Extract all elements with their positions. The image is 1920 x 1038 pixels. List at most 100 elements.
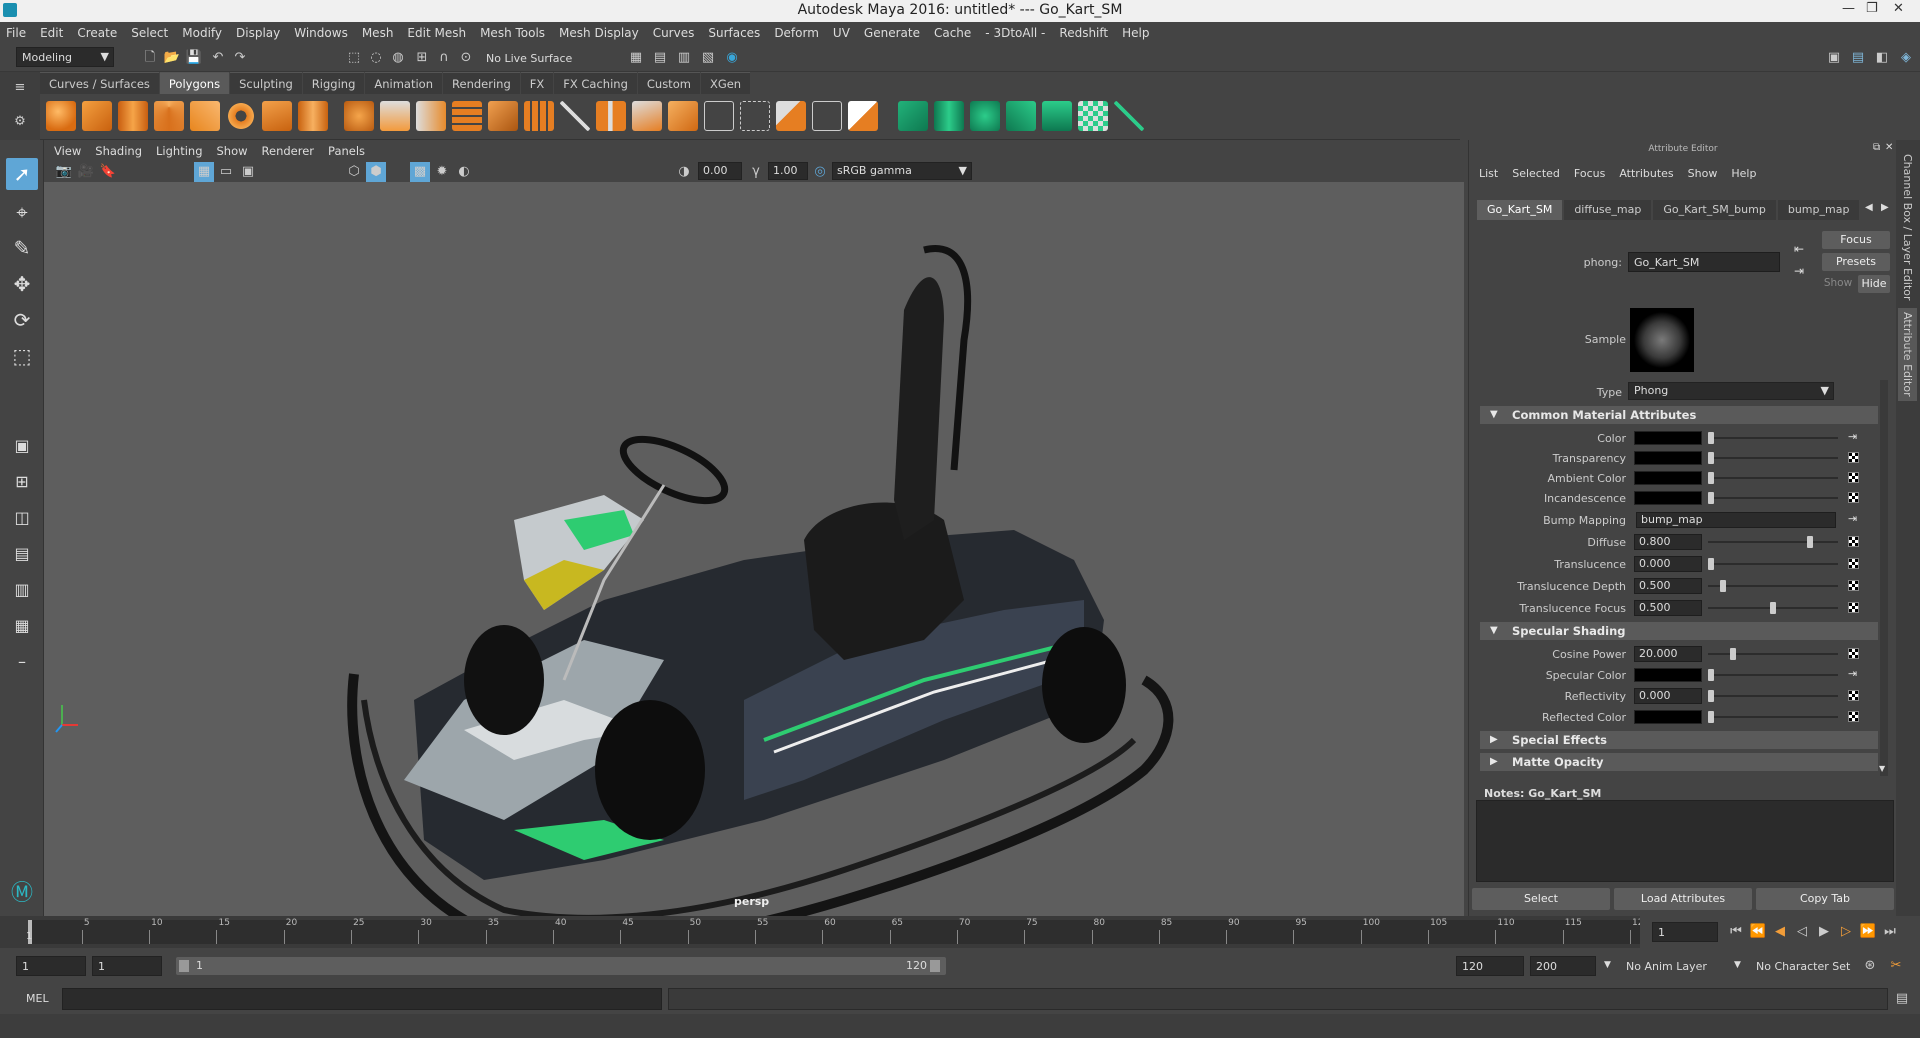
anim-layer-dropdown[interactable]: No Anim Layer [1626, 960, 1707, 973]
range-bar[interactable]: 1 120 [176, 957, 946, 975]
map-checker-icon[interactable] [1848, 492, 1859, 503]
menu-mesh-tools[interactable]: Mesh Tools [480, 26, 545, 40]
map-checker-icon[interactable] [1848, 558, 1859, 569]
shadows-icon[interactable]: ◐ [454, 162, 474, 182]
ae-menu-focus[interactable]: Focus [1574, 167, 1605, 183]
incandescence-swatch[interactable] [1634, 491, 1702, 505]
ipr-render-icon[interactable]: ▥ [674, 48, 694, 68]
menu-mesh-display[interactable]: Mesh Display [559, 26, 639, 40]
poly-sphere-icon[interactable] [46, 101, 76, 131]
menu-cache[interactable]: Cache [934, 26, 971, 40]
poly-pipe-icon[interactable] [298, 101, 328, 131]
step-forward-key-icon[interactable]: ⏩ [1858, 922, 1878, 942]
poly-cone-icon[interactable] [154, 101, 184, 131]
multi-cut-icon[interactable] [560, 101, 590, 131]
refl-color-slider[interactable] [1708, 716, 1838, 718]
perspective-viewport[interactable]: persp [44, 140, 1464, 916]
shelf-tab-rendering[interactable]: Rendering [443, 72, 520, 94]
uv-spherical-icon[interactable] [970, 101, 1000, 131]
attribute-editor-tab[interactable]: Attribute Editor [1898, 308, 1917, 401]
append-polygon-icon[interactable] [632, 101, 662, 131]
spec-color-slider-knob[interactable] [1708, 669, 1714, 681]
ae-scrollbar[interactable] [1880, 380, 1888, 776]
go-to-end-icon[interactable]: ⏭ [1880, 922, 1900, 942]
map-button-icon[interactable]: ⇥ [1848, 667, 1857, 680]
close-icon[interactable]: ✕ [1885, 142, 1893, 153]
maximize-button[interactable]: ❐ [1866, 1, 1878, 16]
minimize-button[interactable]: — [1842, 1, 1855, 16]
undo-icon[interactable]: ↶ [208, 48, 228, 68]
load-attributes-button[interactable]: Load Attributes [1614, 888, 1752, 910]
map-button-icon[interactable]: ⇥ [1848, 512, 1857, 525]
lights-icon[interactable]: ✹ [432, 162, 452, 182]
paint-tool-icon[interactable]: ✎ [6, 232, 38, 264]
ae-menu-list[interactable]: List [1479, 167, 1498, 183]
rotate-tool-icon[interactable]: ⟳ [6, 304, 38, 336]
bump-field[interactable]: bump_map [1636, 512, 1836, 528]
hypershade-persp-icon[interactable]: ▦ [6, 610, 38, 642]
cosine-slider-knob[interactable] [1730, 648, 1736, 660]
uv-automatic-icon[interactable] [1006, 101, 1036, 131]
shelf-tab-fx[interactable]: FX [520, 72, 554, 94]
map-checker-icon[interactable] [1848, 452, 1859, 463]
bookmark-icon[interactable]: 🔖 [98, 162, 118, 182]
playback-end-field[interactable]: 120 [1456, 956, 1524, 976]
camera-attrs-icon[interactable]: 🎥 [76, 162, 96, 182]
show-button[interactable]: Show [1822, 277, 1854, 293]
single-view-icon[interactable]: ▣ [6, 430, 38, 462]
ae-tab-diffuse-map[interactable]: diffuse_map [1564, 200, 1652, 220]
render-settings-icon[interactable]: ▧ [698, 48, 718, 68]
menu-redshift[interactable]: Redshift [1059, 26, 1108, 40]
incandescence-slider-knob[interactable] [1708, 492, 1714, 504]
diffuse-slider-knob[interactable] [1807, 536, 1813, 548]
tab-scroll-left-icon[interactable]: ◀ [1865, 202, 1873, 213]
mel-label[interactable]: MEL [26, 992, 49, 1005]
ae-tab-go-kart-sm-bump[interactable]: Go_Kart_SM_bump [1653, 200, 1776, 220]
viewport-menu-panels[interactable]: Panels [328, 144, 365, 158]
extrude-icon[interactable] [668, 101, 698, 131]
ambient-swatch[interactable] [1634, 471, 1702, 485]
wireframe-icon[interactable]: ⬡ [344, 162, 364, 182]
fill-hole-icon[interactable] [776, 101, 806, 131]
step-forward-icon[interactable]: ▷ [1836, 922, 1856, 942]
layout-toggle-icon[interactable]: ◧ [1872, 48, 1892, 68]
input-connections-icon[interactable]: ⇤ [1794, 242, 1804, 256]
map-checker-icon[interactable] [1848, 580, 1859, 591]
colorspace-dropdown[interactable]: sRGB gamma ▼ [832, 162, 972, 180]
redo-icon[interactable]: ↷ [230, 48, 250, 68]
refl-color-slider-knob[interactable] [1708, 711, 1714, 723]
poly-cube-icon[interactable] [82, 101, 112, 131]
viewport-menu-view[interactable]: View [54, 144, 81, 158]
shelf-menu-icon[interactable]: ≡ [10, 78, 30, 98]
viewport-menu-lighting[interactable]: Lighting [156, 144, 202, 158]
menu-deform[interactable]: Deform [774, 26, 819, 40]
uv-layout-icon[interactable] [1078, 101, 1108, 131]
presets-button[interactable]: Presets [1822, 253, 1890, 271]
poly-cylinder-icon[interactable] [118, 101, 148, 131]
notes-field[interactable] [1476, 800, 1894, 882]
section-special-effects[interactable]: ▶ Special Effects [1480, 731, 1878, 749]
mel-input[interactable] [62, 988, 662, 1010]
translucence-slider[interactable] [1708, 563, 1838, 565]
auto-key-icon[interactable]: ⊛ [1860, 956, 1880, 976]
incandescence-slider[interactable] [1708, 497, 1838, 499]
select-hierarchy-icon[interactable]: ⬚ [344, 48, 364, 68]
type-dropdown[interactable]: Phong ▼ [1628, 382, 1834, 400]
lasso-icon[interactable]: ◌ [366, 48, 386, 68]
map-checker-icon[interactable] [1848, 472, 1859, 483]
trans-focus-field[interactable]: 0.500 [1634, 600, 1702, 616]
shelf-tab-animation[interactable]: Animation [365, 72, 443, 94]
ambient-slider-knob[interactable] [1708, 472, 1714, 484]
cosine-slider[interactable] [1708, 653, 1838, 655]
color-slider[interactable] [1708, 437, 1838, 439]
shelf-tab-fx-caching[interactable]: FX Caching [554, 72, 637, 94]
current-frame-field[interactable]: 1 [1652, 922, 1718, 942]
select-tool-icon[interactable]: ➚ [6, 158, 38, 190]
viewport-menu-show[interactable]: Show [217, 144, 248, 158]
section-matte-opacity[interactable]: ▶ Matte Opacity [1480, 753, 1878, 771]
output-connections-icon[interactable]: ⇥ [1794, 264, 1804, 278]
menu-edit[interactable]: Edit [40, 26, 63, 40]
diffuse-field[interactable]: 0.800 [1634, 534, 1702, 550]
select-button[interactable]: Select [1472, 888, 1610, 910]
viewport-menu-shading[interactable]: Shading [95, 144, 142, 158]
